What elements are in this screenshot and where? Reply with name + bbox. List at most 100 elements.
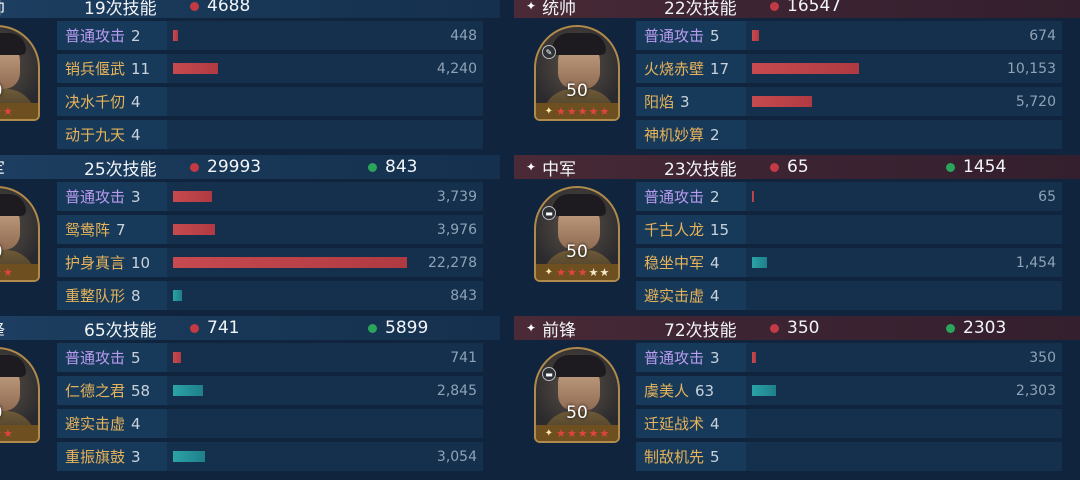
- general-portrait[interactable]: ▬ 50 ✦ ★ ★ ★ ★ ★: [534, 186, 620, 282]
- position-label: 军: [0, 155, 5, 180]
- skill-label: 普通攻击 5: [65, 347, 141, 368]
- skill-label: 避实击虚 4: [644, 285, 720, 306]
- skill-count: 19次技能: [84, 0, 157, 19]
- skill-times: 4: [710, 415, 720, 433]
- damage-total: 741: [190, 318, 239, 338]
- position-label: ✦ 统帅: [526, 0, 576, 19]
- heal-bar: [752, 385, 776, 396]
- damage-dot-icon: [770, 323, 779, 333]
- skill-name: 迁延战术: [644, 415, 705, 433]
- shield-badge-icon: ▬: [542, 367, 556, 381]
- skill-name: 仁德之君: [65, 382, 126, 400]
- damage-bar: [173, 30, 178, 41]
- star-rating: ✦ ★ ★ ★ ★ ★: [536, 103, 618, 119]
- bar-track: [167, 87, 483, 116]
- rank-mark-icon: ✦: [544, 105, 553, 117]
- position-name: 中军: [542, 159, 577, 180]
- skill-name: 普通攻击: [644, 27, 705, 45]
- skill-times: 11: [131, 60, 151, 78]
- skill-name: 普通攻击: [65, 349, 126, 367]
- level-label: 50: [566, 81, 588, 101]
- skill-row: 销兵偃武 11 4,240: [57, 54, 483, 83]
- skill-name: 千古人龙: [644, 221, 705, 239]
- general-block: ✦ 中军 23次技能 65 1454 ▬ 50 ✦ ★ ★ ★ ★ ★ 普通攻击 2 65 千古人龙 15 稳坐中军…: [514, 155, 1080, 315]
- position-label: 锋: [0, 316, 5, 341]
- damage-dot-icon: [190, 162, 199, 172]
- skill-row: 普通攻击 2 448: [57, 21, 483, 50]
- skill-row: 鸳鸯阵 7 3,976: [57, 215, 483, 244]
- general-header: ✦ 前锋 72次技能 350 2303: [514, 316, 1080, 341]
- skill-label: 普通攻击 2: [644, 186, 720, 207]
- skill-name: 阳焰: [644, 93, 675, 111]
- general-portrait[interactable]: 0 ★★★: [0, 186, 40, 282]
- level-label: 0: [0, 81, 38, 101]
- star-icon: ★: [556, 426, 566, 440]
- damage-value: 29993: [207, 157, 262, 177]
- bar-track: [746, 248, 1062, 277]
- general-header: ✦ 统帅 22次技能 16547: [514, 0, 1080, 19]
- skill-value: 674: [1029, 27, 1056, 44]
- general-block: ✦ 前锋 72次技能 350 2303 ▬ 50 ✦ ★ ★ ★ ★ ★ 普通攻击 3 350 虞美人 63 2,3…: [514, 316, 1080, 476]
- star-icon: ★: [2, 426, 13, 440]
- skill-name: 重振旗鼓: [65, 448, 126, 466]
- general-header: ✦ 中军 23次技能 65 1454: [514, 155, 1080, 180]
- star-icon: ★: [588, 104, 599, 118]
- star-icon: ★: [566, 104, 577, 118]
- skill-row: 重振旗鼓 3 3,054: [57, 442, 483, 471]
- skill-row: 普通攻击 5 674: [636, 21, 1062, 50]
- level-label: 50: [566, 403, 588, 423]
- skill-times: 63: [695, 382, 715, 400]
- bar-track: [746, 442, 1062, 471]
- sparkle-icon: ✦: [526, 321, 537, 335]
- damage-bar: [752, 352, 756, 363]
- skill-count: 23次技能: [664, 159, 737, 180]
- damage-value: 4688: [207, 0, 251, 16]
- heal-total: 843: [368, 157, 417, 177]
- flame-badge-icon: ✎: [542, 45, 556, 59]
- position-label: 帅: [0, 0, 5, 19]
- bar-track: [746, 21, 1062, 50]
- skill-label: 销兵偃武 11: [65, 58, 150, 79]
- star-icon: ★: [0, 266, 2, 279]
- skill-times: 2: [710, 188, 720, 206]
- position-name: 统帅: [542, 0, 577, 19]
- general-block: 军 25次技能 29993 843 0 ★★★ 普通攻击 3 3,739 鸳鸯阵 7 3,976 护身真…: [0, 155, 500, 315]
- skill-count: 65次技能: [84, 320, 157, 341]
- damage-total: 29993: [190, 157, 261, 177]
- damage-bar: [752, 96, 812, 107]
- damage-bar: [173, 352, 181, 363]
- star-rating: ✦ ★ ★ ★ ★ ★: [536, 264, 618, 280]
- damage-value: 65: [787, 157, 809, 177]
- position-name: 军: [0, 155, 5, 180]
- skill-value: 22,278: [428, 254, 477, 271]
- general-portrait[interactable]: ✎ 50 ✦ ★ ★ ★ ★ ★: [534, 25, 620, 121]
- damage-bar: [173, 63, 218, 74]
- general-portrait[interactable]: 0 ★★★: [0, 25, 40, 121]
- skill-row: 决水千仞 4: [57, 87, 483, 116]
- skill-value: 2,845: [436, 382, 477, 399]
- level-label: 50: [566, 242, 588, 262]
- skill-name: 鸳鸯阵: [65, 221, 111, 239]
- bar-track: [746, 87, 1062, 116]
- skill-row: 避实击虚 4: [57, 409, 483, 438]
- skill-name: 普通攻击: [65, 188, 126, 206]
- heal-total: 1454: [946, 157, 1006, 177]
- skill-label: 鸳鸯阵 7: [65, 219, 126, 240]
- bar-track: [746, 120, 1062, 149]
- skill-value: 1,454: [1015, 254, 1056, 271]
- damage-bar: [752, 63, 859, 74]
- skill-value: 741: [450, 349, 477, 366]
- skill-times: 5: [131, 349, 141, 367]
- heal-bar: [752, 257, 767, 268]
- skill-name: 重整队形: [65, 287, 126, 305]
- skill-times: 4: [710, 287, 720, 305]
- skill-value: 448: [450, 27, 477, 44]
- bar-track: [167, 281, 483, 310]
- general-portrait[interactable]: ▬ 50 ✦ ★ ★ ★ ★ ★: [534, 347, 620, 443]
- skill-times: 3: [680, 93, 690, 111]
- position-label: ✦ 前锋: [526, 316, 576, 341]
- general-portrait[interactable]: 0 ★★★: [0, 347, 40, 443]
- heal-total: 2303: [946, 318, 1006, 338]
- general-header: 军 25次技能 29993 843: [0, 155, 500, 180]
- skill-count: 72次技能: [664, 320, 737, 341]
